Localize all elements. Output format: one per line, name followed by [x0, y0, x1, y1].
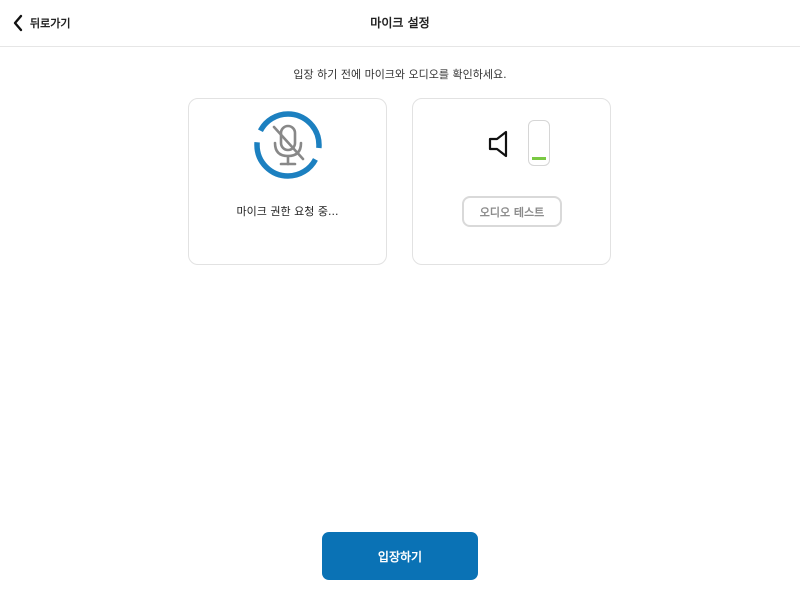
enter-button[interactable]: 입장하기: [322, 532, 478, 580]
audio-level-fill: [532, 157, 546, 160]
back-button[interactable]: 뒤로가기: [8, 10, 74, 36]
audio-card: 오디오 테스트: [412, 98, 611, 265]
header: 마이크 설정 뒤로가기: [0, 0, 800, 47]
instruction-text: 입장 하기 전에 마이크와 오디오를 확인하세요.: [293, 68, 507, 81]
audio-level-meter: [528, 120, 550, 166]
speaker-icon: [487, 129, 511, 163]
back-label: 뒤로가기: [30, 17, 71, 30]
mic-setup-page: 마이크 설정 뒤로가기 입장 하기 전에 마이크와 오디오를 확인하세요. 마이…: [0, 0, 800, 600]
loading-spinner: [254, 111, 322, 179]
audio-test-button[interactable]: 오디오 테스트: [462, 196, 562, 227]
page-title: 마이크 설정: [370, 16, 430, 30]
mic-permission-status: 마이크 권한 요청 중...: [236, 205, 339, 218]
chevron-left-icon: [12, 14, 24, 32]
mic-off-icon: [250, 107, 326, 187]
mic-card: 마이크 권한 요청 중...: [188, 98, 387, 265]
